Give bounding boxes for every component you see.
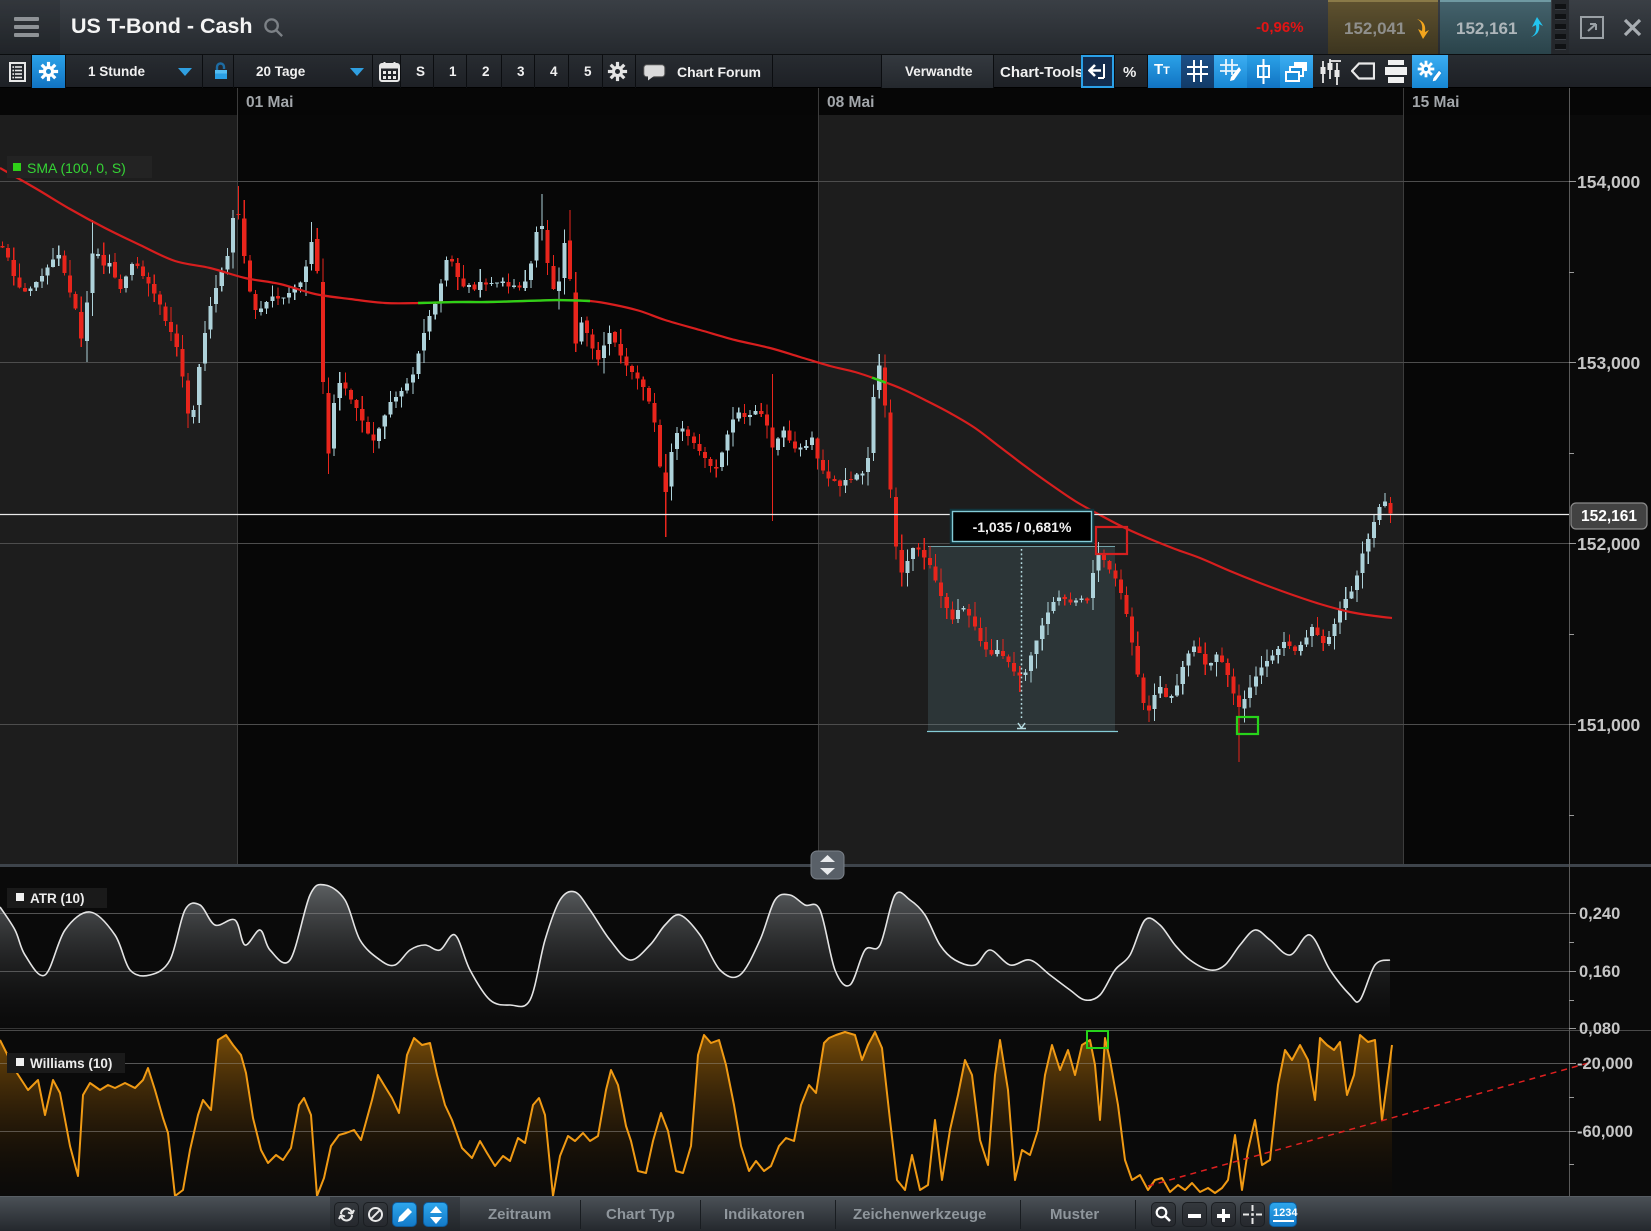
svg-text:01 Mai: 01 Mai [246, 94, 293, 111]
svg-text:SMA (100, 0, S): SMA (100, 0, S) [27, 160, 126, 176]
svg-text:152,000: 152,000 [1577, 534, 1641, 554]
svg-text:0,080: 0,080 [1579, 1020, 1620, 1038]
svg-text:0,240: 0,240 [1579, 905, 1620, 923]
svg-text:-60,000: -60,000 [1577, 1123, 1633, 1141]
svg-text:-20,000: -20,000 [1577, 1055, 1633, 1073]
svg-text:15 Mai: 15 Mai [1412, 94, 1459, 111]
svg-text:153,000: 153,000 [1577, 353, 1641, 373]
svg-text:152,161: 152,161 [1581, 508, 1637, 525]
svg-text:154,000: 154,000 [1577, 172, 1641, 192]
svg-text:ATR (10): ATR (10) [30, 891, 85, 906]
svg-text:151,000: 151,000 [1577, 715, 1641, 735]
svg-text:-1,035 / 0,681%: -1,035 / 0,681% [973, 519, 1072, 535]
svg-text:08 Mai: 08 Mai [827, 94, 874, 111]
svg-text:0,160: 0,160 [1579, 963, 1620, 981]
svg-text:Williams (10): Williams (10) [30, 1056, 112, 1071]
